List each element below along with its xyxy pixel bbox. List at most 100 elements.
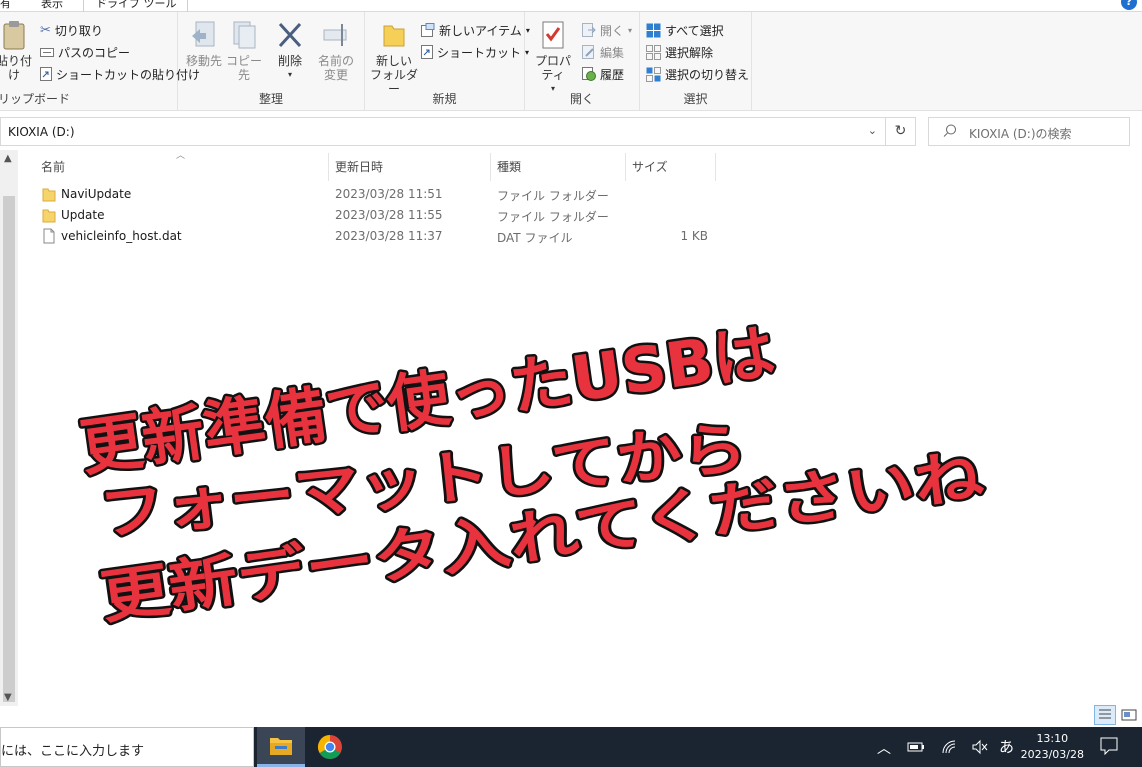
history-icon (582, 67, 596, 81)
file-row[interactable]: vehicleinfo_host.dat 2023/03/28 11:37 DA… (40, 227, 720, 247)
properties-checkmark-icon (542, 21, 564, 49)
tab-view[interactable]: 表示 (41, 0, 63, 11)
file-name: NaviUpdate (61, 187, 132, 201)
move-to-label: 移動先 (185, 54, 222, 68)
new-item-icon (421, 23, 435, 37)
sort-ascending-icon: ︿ (176, 151, 186, 161)
file-icon (43, 228, 55, 244)
column-divider[interactable] (715, 153, 716, 181)
file-type: ファイル フォルダー (497, 210, 609, 224)
properties-button[interactable]: プロパティ ▾ (529, 20, 577, 96)
delete-x-icon (278, 22, 302, 48)
show-hidden-icons-icon[interactable]: ︿ (877, 738, 891, 767)
paste-button[interactable]: 貼り付け (0, 20, 34, 82)
chevron-down-icon[interactable]: ⌄ (868, 124, 877, 137)
open-icon (582, 23, 596, 37)
scroll-down-icon[interactable]: ▼ (4, 692, 12, 703)
rename-button[interactable]: 名前の 変更 (316, 20, 356, 82)
address-path: KIOXIA (D:) (8, 125, 75, 139)
cut-label: 切り取り (54, 23, 103, 38)
move-to-icon (192, 21, 215, 47)
file-explorer-window: 有 表示 ドライブ ツール ⌃ ? 貼り付け ✂ 切り取り パスのコピー ショー… (0, 0, 1142, 767)
large-icons-view-button[interactable] (1118, 705, 1140, 725)
select-all-button[interactable]: すべて選択 (646, 20, 724, 40)
overlay-text-line1: 更新準備で使ったUSBは (76, 315, 779, 485)
column-header-type[interactable]: 種類 (497, 158, 521, 176)
clock-date: 2023/03/28 (1020, 748, 1084, 761)
invert-selection-button[interactable]: 選択の切り替え (646, 64, 749, 84)
column-header-size[interactable]: サイズ (632, 158, 668, 176)
copy-to-button[interactable]: コピー先 (224, 20, 264, 82)
file-row[interactable]: Update 2023/03/28 11:55 ファイル フォルダー (40, 206, 720, 226)
copy-path-label: パスのコピー (58, 45, 131, 60)
scrollbar-thumb[interactable] (3, 196, 15, 702)
file-size: 1 KB (680, 229, 708, 243)
delete-button[interactable]: 削除 ▾ (274, 20, 306, 82)
file-name: vehicleinfo_host.dat (61, 229, 182, 243)
taskbar-clock[interactable]: 13:10 2023/03/28 (1021, 731, 1084, 763)
tab-drive-tools[interactable]: ドライブ ツール (96, 0, 177, 11)
tab-divider (83, 0, 84, 12)
ribbon: 貼り付け ✂ 切り取り パスのコピー ショートカットの貼り付け リップボード 移… (0, 12, 1142, 111)
copy-path-button[interactable]: パスのコピー (40, 42, 130, 62)
battery-icon[interactable] (907, 741, 925, 767)
file-row[interactable]: NaviUpdate 2023/03/28 11:51 ファイル フォルダー (40, 185, 720, 205)
tab-divider (187, 0, 188, 12)
file-modified: 2023/03/28 11:55 (335, 208, 443, 222)
invert-selection-icon (646, 66, 661, 82)
clock-time: 13:10 (1036, 732, 1069, 745)
file-explorer-taskbar-button[interactable] (257, 727, 305, 767)
file-modified: 2023/03/28 11:37 (335, 229, 443, 243)
properties-label: プロパティ (534, 54, 571, 82)
notification-center-icon[interactable] (1100, 737, 1118, 755)
column-header-name[interactable]: 名前 (41, 158, 65, 176)
column-header-modified[interactable]: 更新日時 (335, 158, 383, 176)
details-view-button[interactable] (1094, 705, 1116, 725)
ribbon-group-select: すべて選択 選択解除 選択の切り替え 選択 (640, 12, 752, 111)
column-divider[interactable] (490, 153, 491, 181)
help-icon[interactable]: ? (1121, 0, 1137, 10)
rename-label-2: 変更 (323, 68, 348, 82)
select-none-button[interactable]: 選択解除 (646, 42, 713, 62)
rename-icon (323, 24, 347, 46)
details-view-icon (1099, 709, 1111, 719)
tab-file[interactable]: 有 (0, 0, 11, 11)
chrome-icon (317, 735, 342, 760)
paste-label: 貼り付け (0, 54, 32, 82)
organize-group-label: 整理 (258, 92, 283, 106)
dropdown-arrow-icon: ▾ (628, 25, 633, 35)
chrome-taskbar-button[interactable] (306, 727, 354, 767)
new-folder-button[interactable]: 新しい フォルダー (369, 20, 419, 96)
taskbar: には、ここに入力します ︿ あ 13:10 2023/03/28 (0, 727, 1142, 767)
shortcut-label: ショートカット (437, 45, 522, 60)
taskbar-search-box[interactable]: には、ここに入力します (0, 727, 254, 767)
collapse-ribbon-icon[interactable]: ⌃ (1103, 0, 1112, 7)
taskbar-search-text: には、ここに入力します (1, 744, 145, 759)
cut-button[interactable]: ✂ 切り取り (40, 20, 103, 40)
select-all-label: すべて選択 (665, 23, 724, 38)
column-divider[interactable] (328, 153, 329, 181)
volume-muted-icon[interactable] (971, 739, 989, 767)
new-item-button[interactable]: 新しいアイテム ▾ (421, 20, 530, 40)
navigation-pane-scrollbar[interactable]: ▲ ▼ (0, 150, 18, 706)
copy-to-label: コピー先 (225, 54, 262, 82)
refresh-icon: ↻ (894, 123, 907, 139)
column-divider[interactable] (625, 153, 626, 181)
overlay-annotation: 更新準備で使ったUSBはフォーマットしてから更新データ入れてくださいね (73, 313, 989, 635)
ribbon-group-new: 新しい フォルダー 新しいアイテム ▾ ショートカット ▾ 新規 (365, 12, 530, 111)
address-bar[interactable]: KIOXIA (D:) ⌄ (0, 117, 886, 146)
paste-shortcut-icon (40, 67, 52, 81)
search-box[interactable]: KIOXIA (D:)の検索 (928, 117, 1130, 146)
paste-shortcut-button[interactable]: ショートカットの貼り付け (40, 64, 200, 84)
clipboard-group-label: リップボード (0, 92, 71, 106)
edit-button[interactable]: 編集 (582, 42, 624, 62)
shortcut-button[interactable]: ショートカット ▾ (421, 42, 529, 62)
ime-indicator[interactable]: あ (999, 736, 1014, 767)
wifi-icon[interactable] (941, 739, 959, 767)
refresh-button[interactable]: ↻ (886, 117, 916, 146)
scroll-up-icon[interactable]: ▲ (4, 153, 12, 164)
open-button[interactable]: 開く ▾ (582, 20, 632, 40)
history-button[interactable]: 履歴 (582, 64, 624, 84)
move-to-button[interactable]: 移動先 (184, 20, 224, 68)
file-name: Update (61, 208, 105, 222)
